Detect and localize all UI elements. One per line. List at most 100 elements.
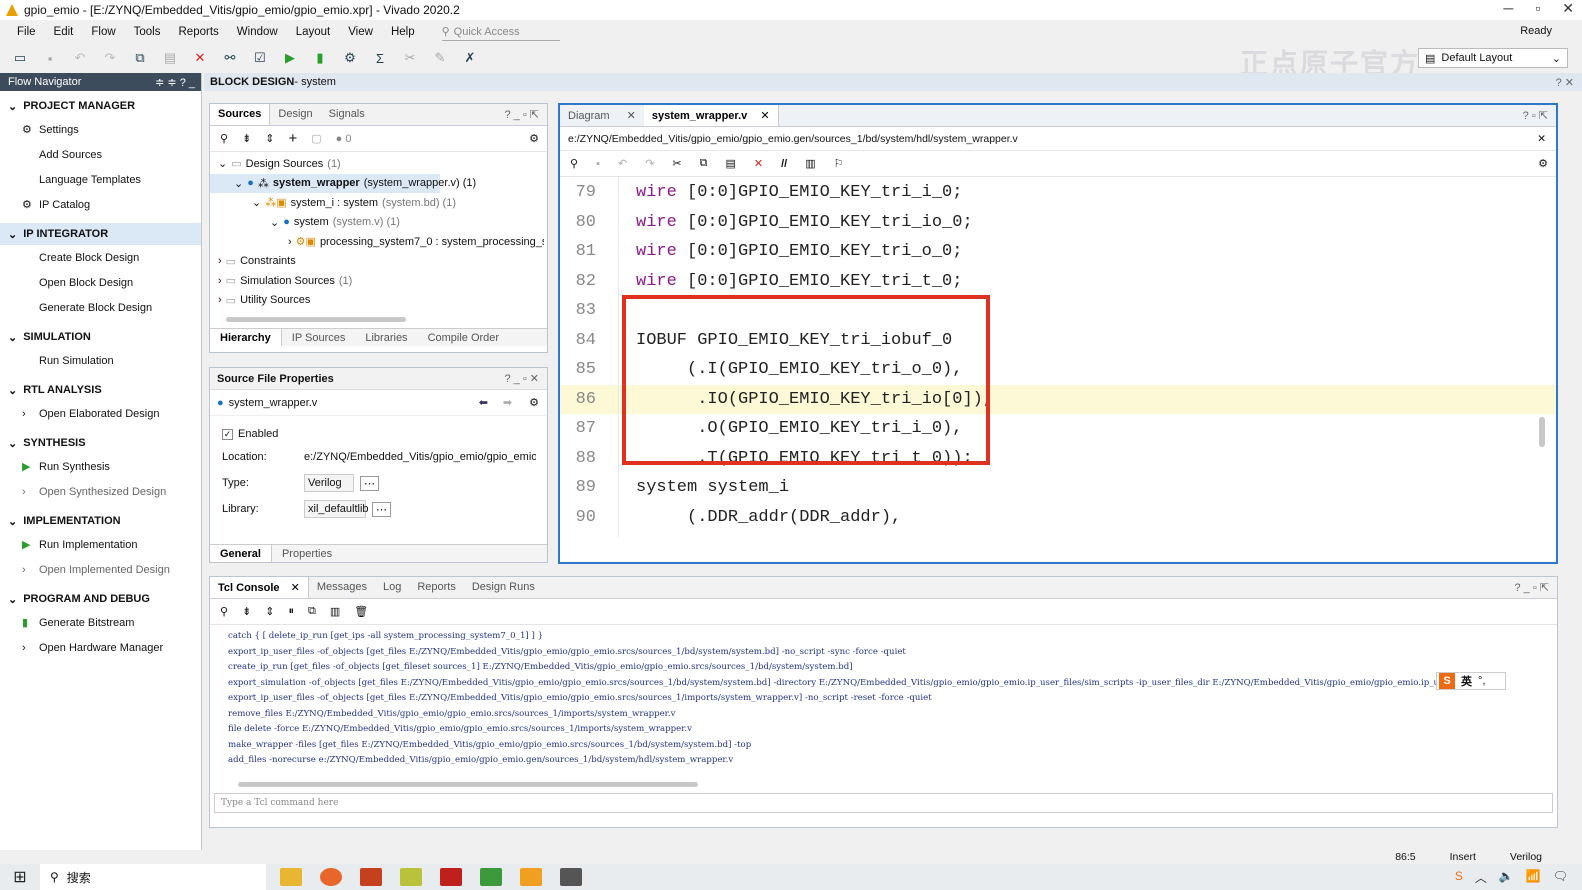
sigma-icon[interactable]: Σ (372, 50, 388, 66)
delete-icon[interactable]: ✕ (754, 157, 763, 170)
tab-design[interactable]: Design (270, 104, 320, 125)
cut-tool-icon[interactable]: ✂ (402, 50, 418, 66)
tree-system-wrapper[interactable]: ⌄ ● ⁂ system_wrapper (system_wrapper.v) (1) (210, 173, 476, 193)
cut-icon[interactable]: ✂ (672, 157, 681, 170)
tab-hierarchy[interactable]: Hierarchy (210, 329, 282, 346)
redo-icon[interactable]: ↷ (645, 157, 654, 170)
library-field[interactable]: xil_defaultlib (304, 500, 369, 518)
type-browse-button[interactable]: ⋯ (360, 475, 379, 491)
horizontal-scrollbar[interactable] (216, 314, 541, 324)
section-project-manager[interactable]: ⌄ PROJECT MANAGER (0, 95, 201, 117)
tree-system[interactable]: ⌄ ● system (system.v) (1) (210, 213, 547, 233)
type-field[interactable]: Verilog (304, 474, 354, 492)
auto-connect-icon[interactable]: ⚯ (222, 50, 238, 66)
validate-icon[interactable]: ☑ (252, 50, 268, 66)
windows-start-icon[interactable]: ⊞ (0, 867, 40, 887)
comment-icon[interactable]: // (781, 158, 787, 170)
system-tray[interactable]: S ︿ 🔈 📶 🗨 (1455, 869, 1568, 886)
menu-edit[interactable]: Edit (45, 26, 83, 38)
collapse-icon[interactable]: ⇟ (242, 605, 251, 618)
nav-language-templates[interactable]: Language Templates (0, 167, 201, 192)
code-area[interactable]: 79 wire [0:0]GPIO_EMIO_KEY_tri_i_0; 80 wir… (560, 177, 1556, 537)
header-controls-icon[interactable]: ? ✕ (1556, 76, 1574, 89)
nav-generate-block-design[interactable]: Generate Block Design (0, 295, 201, 320)
tab-reports[interactable]: Reports (409, 577, 464, 598)
nav-run-implementation[interactable]: ▶ Run Implementation (0, 532, 201, 557)
nav-generate-bitstream[interactable]: ▮ Generate Bitstream (0, 610, 201, 635)
section-implementation[interactable]: ⌄ IMPLEMENTATION (0, 510, 201, 532)
open-project-icon[interactable]: ▭ (12, 50, 28, 66)
section-synthesis[interactable]: ⌄ SYNTHESIS (0, 432, 201, 454)
paste-icon[interactable]: ▤ (162, 50, 178, 66)
firefox-icon[interactable] (320, 868, 342, 886)
layout-select[interactable]: ▤ Default Layout ⌄ (1418, 48, 1568, 68)
menu-tools[interactable]: Tools (125, 26, 170, 38)
panel-controls-icon[interactable]: ? _ ▫ ⇱ (1506, 577, 1557, 598)
copy-icon[interactable]: ⧉ (700, 157, 708, 170)
search-icon[interactable]: ⚲ (220, 605, 228, 618)
columns-icon[interactable]: ▥ (805, 157, 815, 170)
tree-constraints[interactable]: › ▭ Constraints (210, 252, 547, 272)
nav-ip-catalog[interactable]: ⚙ IP Catalog (0, 192, 201, 217)
expand-icon[interactable]: ⇕ (265, 605, 274, 618)
section-ip-integrator[interactable]: ⌄ IP INTEGRATOR (0, 223, 201, 245)
nav-run-synthesis[interactable]: ▶ Run Synthesis (0, 454, 201, 479)
tree-simulation-sources[interactable]: › ▭ Simulation Sources (1) (210, 271, 547, 291)
add-icon[interactable]: + (289, 130, 298, 147)
menu-window[interactable]: Window (228, 26, 287, 38)
tree-design-sources[interactable]: ⌄ ▭ Design Sources (1) (210, 154, 547, 174)
close-window-button[interactable]: ✕ (1562, 0, 1574, 17)
copy-icon[interactable]: ⧉ (308, 605, 316, 618)
edit-tool-icon[interactable]: ✎ (432, 50, 448, 66)
menu-reports[interactable]: Reports (170, 26, 228, 38)
vitis-icon[interactable] (440, 868, 462, 886)
tab-messages[interactable]: Messages (309, 577, 375, 598)
tab-general[interactable]: General (210, 545, 272, 562)
maximize-button[interactable]: ▫ (1535, 0, 1540, 17)
pause-icon[interactable]: ⏸ (289, 605, 295, 618)
lightbulb-icon[interactable]: ⚐ (834, 157, 844, 170)
panel-controls-icon[interactable]: ? _ ▫ ✕ (504, 372, 539, 385)
editor-app-icon[interactable] (480, 868, 502, 886)
settings-gear-icon[interactable]: ⚙ (342, 50, 358, 66)
terminal-icon[interactable] (560, 868, 582, 886)
info-icon[interactable]: ▢ (311, 132, 321, 145)
search-icon[interactable]: ⚲ (220, 132, 228, 145)
tab-compile-order[interactable]: Compile Order (418, 329, 510, 346)
nav-open-elaborated[interactable]: › Open Elaborated Design (0, 401, 201, 426)
vivado-taskbar-icon[interactable] (400, 868, 422, 886)
nav-settings[interactable]: ⚙ Settings (0, 117, 201, 142)
tab-signals[interactable]: Signals (321, 104, 373, 125)
tree-utility-sources[interactable]: › ▭ Utility Sources (210, 291, 547, 311)
run-icon[interactable]: ▶ (282, 50, 298, 66)
tab-libraries[interactable]: Libraries (355, 329, 417, 346)
tab-design-runs[interactable]: Design Runs (464, 577, 543, 598)
menu-file[interactable]: File (8, 26, 45, 38)
nav-run-simulation[interactable]: Run Simulation (0, 348, 201, 373)
copy-icon[interactable]: ⧉ (132, 50, 148, 66)
tree-system-i[interactable]: ⌄ ⁂▣ system_i : system (system.bd) (1) (210, 193, 547, 213)
table-icon[interactable]: ▥ (330, 605, 340, 618)
forward-arrow-icon[interactable]: ➡ (503, 396, 512, 409)
enabled-checkbox[interactable]: ✓ Enabled (222, 424, 547, 444)
tab-properties[interactable]: Properties (272, 545, 342, 562)
nav-open-synthesized[interactable]: › Open Synthesized Design (0, 479, 201, 504)
paste-icon[interactable]: ▤ (725, 157, 735, 170)
collapse-all-icon[interactable]: ⇟ (242, 132, 251, 145)
taskbar-search[interactable]: ⚲ 搜索 (40, 864, 266, 890)
tree-processing-system[interactable]: › ⚙▣ processing_system7_0 : system_process… (210, 232, 544, 252)
undo-icon[interactable]: ↶ (72, 50, 88, 66)
nav-open-hardware-manager[interactable]: › Open Hardware Manager (0, 635, 201, 660)
tab-log[interactable]: Log (375, 577, 409, 598)
tab-system-wrapper[interactable]: system_wrapper.v ✕ (643, 105, 779, 126)
powerpoint-icon[interactable] (360, 868, 382, 886)
console-horizontal-scrollbar[interactable] (228, 779, 1539, 789)
sogou-tray-icon[interactable]: S (1455, 869, 1463, 886)
nav-open-implemented[interactable]: › Open Implemented Design (0, 557, 201, 582)
expand-all-icon[interactable]: ⇕ (265, 132, 274, 145)
nav-add-sources[interactable]: Add Sources (0, 142, 201, 167)
tab-sources[interactable]: Sources (210, 104, 271, 125)
quick-access-input[interactable]: ⚲ Quick Access (441, 23, 560, 41)
save-icon[interactable]: ▪ (596, 158, 600, 170)
close-icon[interactable]: ✕ (1537, 133, 1546, 145)
